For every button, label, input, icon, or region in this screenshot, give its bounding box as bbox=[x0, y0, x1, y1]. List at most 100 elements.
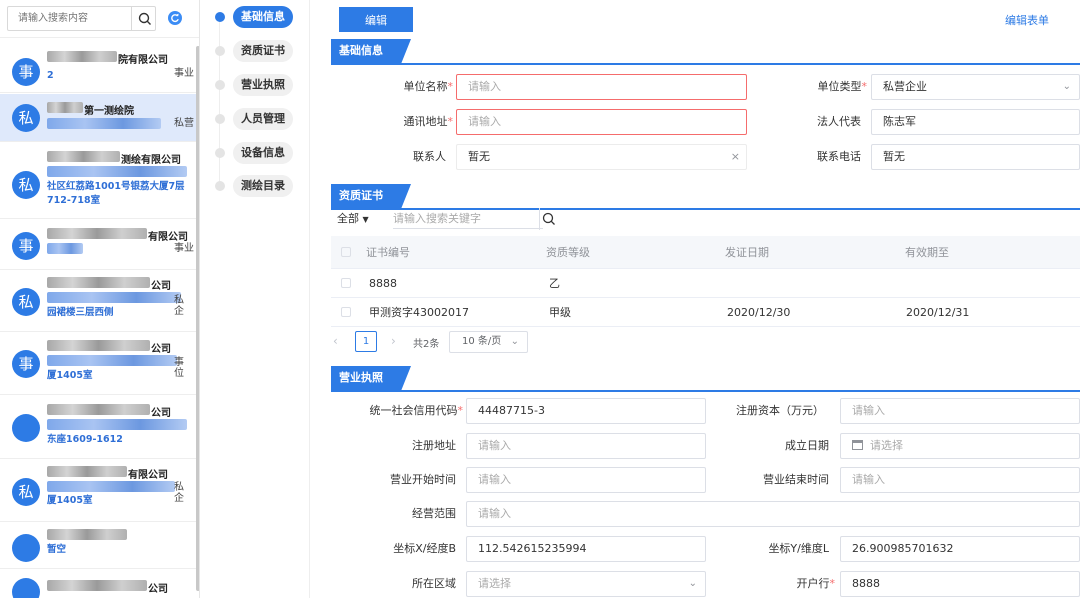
bank-label: 开户行* bbox=[721, 571, 836, 597]
table-row[interactable]: 8888 乙 bbox=[331, 269, 1080, 298]
search-icon[interactable] bbox=[541, 211, 557, 227]
list-item-address: 暂空 bbox=[47, 544, 67, 555]
list-item[interactable]: 私 第一测绘院 私营 bbox=[0, 94, 196, 142]
start-time-label: 营业开始时间 bbox=[390, 473, 456, 486]
section-underline bbox=[331, 390, 1080, 392]
select-all-checkbox[interactable] bbox=[341, 247, 351, 257]
found-date-picker[interactable]: 请选择 bbox=[840, 433, 1080, 459]
redacted-address bbox=[47, 481, 175, 492]
label-text: 通讯地址 bbox=[403, 115, 448, 128]
section-title: 营业执照 bbox=[339, 371, 383, 384]
legal-rep-field[interactable]: 陈志军 bbox=[871, 109, 1080, 135]
list-item[interactable]: 公司 东座1609-1612 bbox=[0, 396, 196, 459]
redacted-address bbox=[47, 118, 161, 129]
table-row[interactable]: 甲测资字43002017 甲级 2020/12/30 2020/12/31 bbox=[331, 298, 1080, 327]
step-personnel[interactable]: 人员管理 bbox=[205, 108, 305, 130]
page-size-select[interactable]: 10 条/页 ⌄ bbox=[449, 331, 528, 353]
select-value: 私营企业 bbox=[883, 80, 927, 93]
list-item[interactable]: 私 测绘有限公司 社区红荔路1001号银荔大厦7层712-718室 bbox=[0, 143, 196, 219]
search-icon[interactable] bbox=[137, 11, 153, 27]
list-item[interactable]: 私 有限公司 厦1405室 私企 bbox=[0, 460, 196, 522]
list-item-name: 公司 bbox=[148, 584, 168, 595]
table-cell: 乙 bbox=[549, 277, 560, 290]
search-box bbox=[7, 6, 156, 31]
contact-field[interactable]: 暂无 × bbox=[456, 144, 747, 170]
list-item[interactable]: 事 院有限公司 2 事业 bbox=[0, 46, 196, 93]
step-equipment[interactable]: 设备信息 bbox=[205, 142, 305, 164]
edit-form-link[interactable]: 编辑表单 bbox=[1005, 12, 1049, 28]
section-license-header: 营业执照 bbox=[331, 366, 1080, 392]
list-item-type: 私企 bbox=[174, 482, 184, 504]
calendar-icon bbox=[852, 440, 863, 450]
step-business-license[interactable]: 营业执照 bbox=[205, 74, 305, 96]
step-certificates[interactable]: 资质证书 bbox=[205, 40, 305, 62]
search-input[interactable] bbox=[8, 7, 128, 30]
chevron-left-icon[interactable]: ‹ bbox=[333, 334, 338, 348]
redacted-text bbox=[47, 277, 150, 288]
list-item[interactable]: 公司 bbox=[0, 570, 196, 598]
edit-button[interactable]: 编辑 bbox=[339, 7, 413, 32]
bank-field[interactable]: 8888 bbox=[840, 571, 1080, 597]
scrollbar[interactable] bbox=[196, 46, 199, 591]
divider bbox=[539, 208, 540, 230]
cert-filter-dropdown[interactable]: 全部 ▼ bbox=[337, 210, 369, 226]
list-item-address: 东座1609-1612 bbox=[47, 434, 123, 445]
main-content: 编辑 编辑表单 基础信息 单位名称* 请输入 单位类型* 私营企业 ⌄ 通讯地址*… bbox=[311, 0, 1080, 598]
list-item[interactable]: 暂空 bbox=[0, 523, 196, 569]
list-item-address: 厦1405室 bbox=[47, 495, 93, 506]
row-checkbox[interactable] bbox=[341, 307, 351, 317]
required-mark: * bbox=[457, 404, 464, 417]
divider bbox=[0, 37, 199, 38]
page-number-current[interactable]: 1 bbox=[355, 331, 377, 352]
redacted-address bbox=[47, 243, 83, 254]
coord-x-field[interactable]: 112.542615235994 bbox=[466, 536, 706, 562]
table-cell: 2020/12/31 bbox=[906, 306, 970, 319]
unit-type-select[interactable]: 私营企业 ⌄ bbox=[871, 74, 1080, 100]
avatar: 事 bbox=[12, 58, 40, 86]
list-item-name: 公司 bbox=[151, 281, 171, 292]
end-time-field[interactable]: 请输入 bbox=[840, 467, 1080, 493]
chevron-down-icon: ⌄ bbox=[688, 578, 697, 589]
label-text: 单位名称 bbox=[403, 80, 448, 93]
coord-y-field[interactable]: 26.900985701632 bbox=[840, 536, 1080, 562]
unit-name-field[interactable]: 请输入 bbox=[456, 74, 747, 100]
column-header: 有效期至 bbox=[905, 246, 949, 259]
section-title: 资质证书 bbox=[339, 189, 383, 202]
chevron-right-icon[interactable]: › bbox=[391, 334, 396, 348]
table-cell: 甲级 bbox=[549, 306, 571, 319]
step-basic-info[interactable]: 基础信息 bbox=[205, 6, 305, 28]
select-placeholder: 请选择 bbox=[478, 577, 511, 590]
phone-field[interactable]: 暂无 bbox=[871, 144, 1080, 170]
step-dot bbox=[215, 181, 225, 191]
step-survey-catalog[interactable]: 测绘目录 bbox=[205, 175, 305, 197]
coord-y-label: 坐标Y/维度L bbox=[768, 542, 829, 555]
step-dot bbox=[215, 80, 225, 90]
address-field[interactable]: 请输入 bbox=[456, 109, 747, 135]
area-select[interactable]: 请选择 ⌄ bbox=[466, 571, 706, 597]
cert-table: 证书编号 资质等级 发证日期 有效期至 8888 乙 甲测资字43002017 … bbox=[331, 236, 1080, 327]
step-label: 设备信息 bbox=[233, 142, 293, 164]
credit-code-field[interactable]: 44487715-3 bbox=[466, 398, 706, 424]
clear-icon[interactable]: × bbox=[731, 145, 740, 169]
start-time-field[interactable]: 请输入 bbox=[466, 467, 706, 493]
list-item[interactable]: 私 公司 园裙楼三层西侧 私企 bbox=[0, 271, 196, 332]
label-text: 统一社会信用代码 bbox=[369, 404, 458, 417]
step-dot bbox=[215, 46, 225, 56]
unit-type-label: 单位类型* bbox=[781, 74, 868, 100]
found-date-label: 成立日期 bbox=[785, 439, 829, 452]
step-dot bbox=[215, 114, 225, 124]
business-scope-field[interactable]: 请输入 bbox=[466, 501, 1080, 527]
business-scope-label: 经营范围 bbox=[412, 507, 456, 520]
reg-address-field[interactable]: 请输入 bbox=[466, 433, 706, 459]
caret-down-icon: ▼ bbox=[362, 215, 369, 224]
refresh-icon[interactable] bbox=[168, 11, 182, 25]
list-item[interactable]: 事 公司 厦1405室 事位 bbox=[0, 333, 196, 395]
cert-search-input[interactable]: 请输入搜索关键字 bbox=[393, 209, 543, 229]
legal-rep-label: 法人代表 bbox=[817, 115, 861, 128]
list-item[interactable]: 事 有限公司 事业 bbox=[0, 220, 196, 270]
capital-field[interactable]: 请输入 bbox=[840, 398, 1080, 424]
unit-name-label: 单位名称* bbox=[371, 74, 454, 100]
row-checkbox[interactable] bbox=[341, 278, 351, 288]
avatar: 私 bbox=[12, 288, 40, 316]
redacted-text bbox=[47, 51, 117, 62]
